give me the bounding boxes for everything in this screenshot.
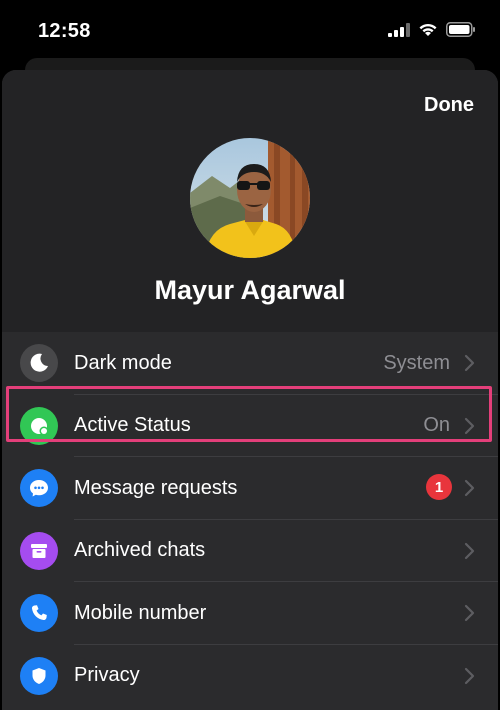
shield-icon xyxy=(20,656,58,695)
status-bar: 12:58 xyxy=(0,0,500,60)
settings-row-label: Privacy xyxy=(74,664,140,687)
chevron-right-icon xyxy=(464,542,475,559)
wifi-icon xyxy=(419,23,437,36)
settings-row-message-requests[interactable]: Message requests 1 xyxy=(2,457,498,520)
profile-settings-sheet: Done Mayur Agarwal Dark mode System Acti… xyxy=(2,70,498,710)
settings-row-label: Message requests xyxy=(74,476,238,499)
settings-row-active-status[interactable]: Active Status On xyxy=(2,395,498,457)
avatar-photo xyxy=(190,138,310,258)
notification-badge: 1 xyxy=(426,474,452,500)
chevron-right-icon xyxy=(464,667,475,684)
done-button[interactable]: Done xyxy=(424,94,474,117)
avatar[interactable] xyxy=(190,138,310,258)
settings-list: Dark mode System Active Status On Messag… xyxy=(2,332,498,707)
battery-icon xyxy=(446,22,475,37)
status-time: 12:58 xyxy=(38,20,91,42)
settings-row-label: Dark mode xyxy=(74,351,172,374)
settings-row-label: Active Status xyxy=(74,414,191,437)
phone-icon xyxy=(20,594,58,632)
settings-row-label: Archived chats xyxy=(74,539,206,562)
chevron-right-icon xyxy=(464,417,475,434)
moon-icon xyxy=(20,344,58,382)
settings-row-value: System xyxy=(383,351,450,374)
chevron-right-icon xyxy=(464,479,475,497)
settings-row-label: Mobile number xyxy=(74,601,207,624)
settings-row-archived-chats[interactable]: Archived chats xyxy=(2,520,498,582)
settings-row-dark-mode[interactable]: Dark mode System xyxy=(2,332,498,395)
status-icons xyxy=(388,22,476,37)
archive-box-icon xyxy=(20,531,58,570)
active-status-icon xyxy=(20,406,58,445)
signal-icon xyxy=(388,22,410,37)
profile-name: Mayur Agarwal xyxy=(154,275,346,305)
settings-row-value: On xyxy=(423,414,450,437)
profile-header: Done Mayur Agarwal xyxy=(2,70,498,332)
settings-row-mobile-number[interactable]: Mobile number xyxy=(2,582,498,645)
chevron-right-icon xyxy=(464,354,475,372)
settings-row-privacy[interactable]: Privacy xyxy=(2,645,498,708)
message-bubble-icon xyxy=(20,469,58,507)
chevron-right-icon xyxy=(464,604,475,622)
